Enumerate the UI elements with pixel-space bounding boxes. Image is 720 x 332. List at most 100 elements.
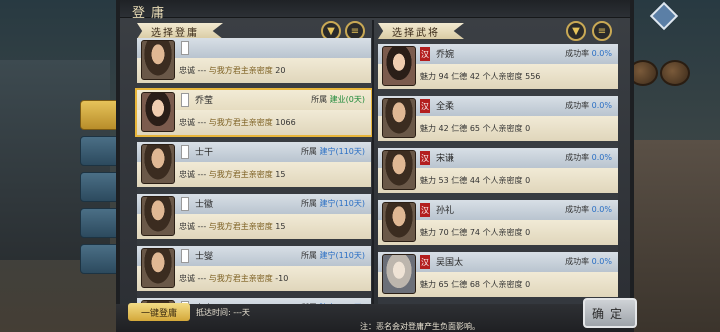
- rate-value: 0.0%: [591, 205, 612, 214]
- location-label: 所属: [300, 199, 317, 208]
- filter-icon[interactable]: ▼: [566, 21, 586, 41]
- general-stats: 魅力 94 仁德 42 个人亲密度 556: [420, 71, 540, 82]
- success-rate: 成功率 0.0%: [565, 48, 612, 59]
- general-name: 宋谦: [436, 154, 455, 164]
- confirm-button[interactable]: 确定: [583, 298, 637, 328]
- location-city: 建业(0天): [329, 95, 365, 104]
- notice-text: 注：恶名会对登庸产生负面影响。: [360, 322, 480, 331]
- candidate-row[interactable]: 士干 所属 建宁(110天) 忠诚 --- 与我方君主亲密度 15: [137, 142, 371, 187]
- candidate-location: 所属 建业(0天): [311, 94, 365, 105]
- rate-label: 成功率: [565, 101, 590, 110]
- candidate-relation: 忠诚 --- 与我方君主亲密度 20: [179, 65, 285, 76]
- side-tab-2[interactable]: [80, 136, 120, 166]
- benevolence-label: 仁德: [451, 176, 468, 185]
- candidate-row[interactable]: 乔莹 所属 建业(0天) 忠诚 --- 与我方君主亲密度 1066: [135, 88, 373, 137]
- general-name: 乔婉: [436, 50, 455, 60]
- general-row[interactable]: 汉 宋谦 成功率 0.0% 魅力 53 仁德 44 个人亲密度 0: [378, 148, 618, 193]
- status-slot: [181, 197, 189, 211]
- charm-label: 魅力: [420, 124, 436, 133]
- rate-label: 成功率: [565, 153, 590, 162]
- general-name: 全柔: [436, 102, 455, 112]
- status-slot: [181, 41, 189, 55]
- location-label: 所属: [311, 95, 328, 104]
- benevolence-label: 仁德: [451, 228, 468, 237]
- general-name: 孙礼: [436, 206, 455, 216]
- side-tab-4[interactable]: [80, 208, 120, 238]
- list-icon[interactable]: ≡: [592, 21, 612, 41]
- location-label: 所属: [300, 251, 317, 260]
- general-row[interactable]: 汉 乔婉 成功率 0.0% 魅力 94 仁德 42 个人亲密度 556: [378, 44, 618, 89]
- general-stats: 魅力 65 仁德 68 个人亲密度 0: [420, 279, 530, 290]
- panel-divider: [372, 20, 374, 304]
- faction-tag: 汉: [420, 47, 430, 61]
- arrival-time: 抵达时间: ---天: [196, 307, 250, 318]
- portrait: [141, 40, 175, 80]
- candidate-location: 所属 建宁(110天): [301, 146, 365, 157]
- rate-value: 0.0%: [591, 257, 612, 266]
- status-slot: [181, 93, 189, 107]
- drums-decoration: [628, 60, 698, 86]
- relation-value: -10: [275, 274, 289, 283]
- general-stats: 魅力 70 仁德 74 个人亲密度 0: [420, 227, 530, 238]
- status-slot: [181, 249, 189, 263]
- portrait: [382, 254, 416, 294]
- intimacy-label: 个人亲密度: [482, 72, 523, 81]
- benevolence-value: 42: [469, 72, 481, 81]
- side-tab-5[interactable]: [80, 244, 120, 274]
- charm-value: 42: [438, 124, 449, 133]
- candidate-location: 所属 建宁(110天): [301, 198, 365, 209]
- charm-label: 魅力: [420, 280, 436, 289]
- general-row[interactable]: 汉 吴国太 成功率 0.0% 魅力 65 仁德 68 个人亲密度 0: [378, 252, 618, 297]
- portrait: [141, 248, 175, 288]
- candidate-panel-title: 选择登庸: [137, 23, 223, 39]
- benevolence-value: 65: [469, 124, 481, 133]
- general-row[interactable]: 汉 全柔 成功率 0.0% 魅力 42 仁德 65 个人亲密度 0: [378, 96, 618, 141]
- rate-label: 成功率: [565, 49, 590, 58]
- candidate-relation: 忠诚 --- 与我方君主亲密度 -10: [179, 273, 288, 284]
- loyalty-text: 忠诚 ---: [179, 170, 207, 179]
- intimacy-value: 0: [525, 280, 531, 289]
- benevolence-value: 74: [469, 228, 481, 237]
- loyalty-text: 忠诚 ---: [179, 222, 207, 231]
- general-stats: 魅力 42 仁德 65 个人亲密度 0: [420, 123, 530, 134]
- general-name: 吴国太: [436, 258, 464, 268]
- window-title: 登庸: [132, 6, 171, 21]
- general-row[interactable]: 汉 孙礼 成功率 0.0% 魅力 70 仁德 74 个人亲密度 0: [378, 200, 618, 245]
- candidate-name: 士徽: [195, 200, 214, 210]
- rate-value: 0.0%: [591, 101, 612, 110]
- intimacy-value: 0: [525, 176, 531, 185]
- portrait: [382, 98, 416, 138]
- loyalty-text: 忠诚 ---: [179, 66, 207, 75]
- success-rate: 成功率 0.0%: [565, 100, 612, 111]
- candidate-row[interactable]: 士徽 所属 建宁(110天) 忠诚 --- 与我方君主亲密度 15: [137, 194, 371, 239]
- candidate-panel: 选择登庸 ▼ ≡ 忠诚 --- 与我方君主亲密度 20 乔莹 所属 建业(0天)…: [135, 20, 373, 332]
- candidate-name: 士干: [195, 148, 214, 158]
- charm-value: 70: [438, 228, 449, 237]
- candidate-location: 所属 建宁(110天): [301, 250, 365, 261]
- relation-value: 1066: [275, 118, 296, 127]
- side-tab-3[interactable]: [80, 172, 120, 202]
- loyalty-text: 忠诚 ---: [179, 118, 207, 127]
- location-city: 建宁(110天): [319, 251, 365, 260]
- relation-value: 15: [275, 222, 286, 231]
- location-city: 建宁(110天): [319, 147, 365, 156]
- rate-value: 0.0%: [591, 49, 612, 58]
- general-panel-title: 选择武将: [378, 23, 464, 39]
- charm-value: 94: [438, 72, 449, 81]
- intimacy-label: 个人亲密度: [482, 228, 523, 237]
- candidate-row[interactable]: 忠诚 --- 与我方君主亲密度 20: [137, 38, 371, 83]
- side-tab-1[interactable]: [80, 100, 120, 130]
- benevolence-label: 仁德: [451, 280, 468, 289]
- success-rate: 成功率 0.0%: [565, 256, 612, 267]
- one-key-recruit-button[interactable]: 一键登庸: [128, 303, 190, 321]
- candidate-relation: 忠诚 --- 与我方君主亲密度 15: [179, 169, 285, 180]
- relation-label: 与我方君主亲密度: [208, 274, 273, 283]
- charm-label: 魅力: [420, 176, 436, 185]
- intimacy-value: 0: [525, 228, 531, 237]
- intimacy-label: 个人亲密度: [482, 176, 523, 185]
- rate-label: 成功率: [565, 205, 590, 214]
- relation-value: 15: [275, 170, 286, 179]
- arrival-time-label: 抵达时间:: [196, 308, 231, 317]
- candidate-row[interactable]: 士燮 所属 建宁(110天) 忠诚 --- 与我方君主亲密度 -10: [137, 246, 371, 291]
- location-city: 建宁(110天): [319, 199, 365, 208]
